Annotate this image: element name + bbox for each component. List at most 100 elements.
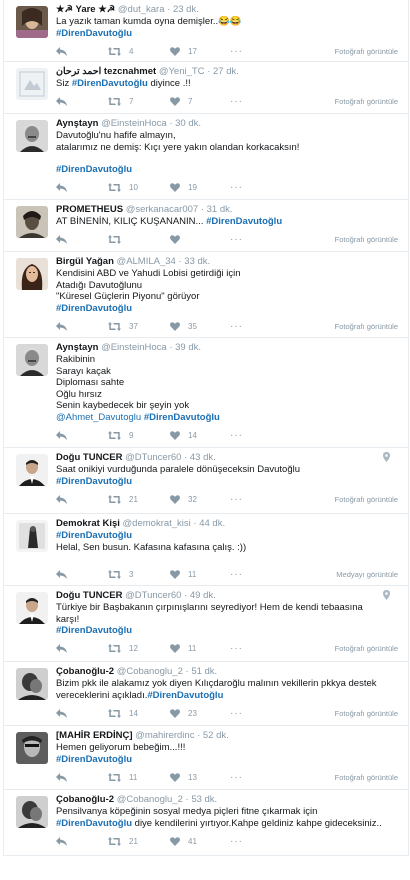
hashtag-link[interactable]: #DirenDavutoğlu [147, 690, 223, 701]
handle[interactable]: @EinsteinHoca [101, 342, 167, 353]
like-button[interactable] [170, 235, 230, 244]
handle[interactable]: @EinsteinHoca [101, 118, 167, 129]
retweet-button[interactable] [108, 235, 170, 244]
avatar[interactable] [16, 592, 48, 624]
timestamp[interactable]: · 51 dk. [186, 666, 218, 677]
handle[interactable]: @ALMILA_34 [117, 256, 176, 267]
retweet-button[interactable]: 21 [108, 494, 170, 504]
tweet[interactable]: احمد ترحان tezcnahmet @Yeni_TC · 27 dk. … [4, 62, 408, 114]
retweet-button[interactable]: 12 [108, 644, 170, 653]
retweet-button[interactable]: 7 [108, 97, 170, 106]
display-name[interactable]: Aynştayn [56, 342, 98, 353]
view-photo-link[interactable]: Fotoğrafı görüntüle [335, 644, 398, 653]
hashtag-link[interactable]: #DirenDavutoğlu [56, 818, 132, 829]
more-button[interactable]: ··· [230, 708, 243, 719]
handle[interactable]: @dut_kara [118, 4, 165, 15]
view-photo-link[interactable]: Fotoğrafı görüntüle [335, 322, 398, 331]
timestamp[interactable]: · 31 dk. [201, 204, 233, 215]
timestamp[interactable]: · 52 dk. [197, 730, 229, 741]
like-button[interactable]: 35 [170, 322, 230, 331]
handle[interactable]: @Yeni_TC [159, 66, 205, 77]
like-button[interactable]: 11 [170, 570, 230, 579]
retweet-button[interactable]: 9 [108, 430, 170, 440]
handle[interactable]: @DTuncer60 [125, 452, 181, 463]
hashtag-link[interactable]: #DirenDavutoğlu [56, 625, 132, 636]
display-name[interactable]: Doğu TUNCER [56, 590, 123, 601]
avatar[interactable] [16, 520, 48, 552]
display-name[interactable]: Demokrat Kişi [56, 518, 120, 529]
display-name[interactable]: Çobanoğlu-2 [56, 666, 114, 677]
view-media-link[interactable]: Medyayı görüntüle [336, 570, 398, 579]
more-button[interactable]: ··· [230, 96, 243, 107]
tweet[interactable]: Çobanoğlu-2 @Cobanoglu_2 · 51 dk. Bizim … [4, 662, 408, 726]
tweet[interactable]: ★☭ Yare ★☭ @dut_kara · 23 dk. La yazık t… [4, 0, 408, 62]
tweet[interactable]: Aynştayn @EinsteinHoca · 30 dk. Davutoğl… [4, 114, 408, 200]
handle[interactable]: @Cobanoglu_2 [117, 794, 183, 805]
timestamp[interactable]: · 30 dk. [169, 118, 201, 129]
like-button[interactable]: 7 [170, 97, 230, 106]
like-button[interactable]: 14 [170, 431, 230, 440]
reply-button[interactable] [56, 708, 108, 718]
view-photo-link[interactable]: Fotoğrafı görüntüle [335, 47, 398, 56]
more-button[interactable]: ··· [230, 46, 243, 57]
handle[interactable]: @DTuncer60 [125, 590, 181, 601]
more-button[interactable]: ··· [230, 643, 243, 654]
retweet-button[interactable]: 14 [108, 708, 170, 718]
hashtag-link[interactable]: #DirenDavutoğlu [56, 28, 132, 39]
hashtag-link[interactable]: #DirenDavutoğlu [56, 754, 132, 765]
timestamp[interactable]: · 43 dk. [184, 452, 216, 463]
handle[interactable]: @serkanacar007 [126, 204, 199, 215]
reply-button[interactable] [56, 494, 108, 504]
display-name[interactable]: Birgül Yağan [56, 256, 114, 267]
avatar[interactable] [16, 796, 48, 828]
reply-button[interactable] [56, 644, 108, 653]
hashtag-link[interactable]: #DirenDavutoğlu [56, 476, 132, 487]
handle[interactable]: @mahirerdinc [135, 730, 194, 741]
handle[interactable]: @Cobanoglu_2 [117, 666, 183, 677]
more-button[interactable]: ··· [230, 182, 243, 193]
avatar[interactable] [16, 206, 48, 238]
reply-button[interactable] [56, 430, 108, 440]
display-name[interactable]: [MAHİR ERDİNÇ] [56, 730, 133, 741]
tweet[interactable]: Çobanoğlu-2 @Cobanoglu_2 · 53 dk. Pensil… [4, 790, 408, 856]
hashtag-link[interactable]: #DirenDavutoğlu [56, 530, 132, 541]
timestamp[interactable]: · 39 dk. [169, 342, 201, 353]
like-button[interactable]: 23 [170, 709, 230, 718]
display-name[interactable]: ★☭ Yare ★☭ [56, 4, 115, 15]
avatar[interactable] [16, 344, 48, 376]
like-button[interactable]: 11 [170, 644, 230, 653]
hashtag-link[interactable]: #DirenDavutoğlu [206, 216, 282, 227]
avatar[interactable] [16, 120, 48, 152]
like-button[interactable]: 13 [170, 773, 230, 782]
like-button[interactable]: 32 [170, 495, 230, 504]
like-button[interactable]: 41 [170, 837, 230, 846]
more-button[interactable]: ··· [230, 494, 243, 505]
tweet[interactable]: [MAHİR ERDİNÇ] @mahirerdinc · 52 dk. Hem… [4, 726, 408, 790]
view-photo-link[interactable]: Fotoğrafı görüntüle [335, 709, 398, 718]
avatar[interactable] [16, 68, 48, 100]
avatar[interactable] [16, 258, 48, 290]
reply-button[interactable] [56, 836, 108, 846]
hashtag-link[interactable]: #DirenDavutoğlu [56, 303, 132, 314]
hashtag-link[interactable]: #DirenDavutoğlu [144, 412, 220, 423]
hashtag-link[interactable]: #DirenDavutoğlu [56, 164, 132, 175]
retweet-button[interactable]: 11 [108, 772, 170, 782]
like-button[interactable]: 17 [170, 47, 230, 56]
reply-button[interactable] [56, 569, 108, 579]
display-name[interactable]: Doğu TUNCER [56, 452, 123, 463]
tweet[interactable]: Demokrat Kişi @demokrat_kisi · 44 dk. #D… [4, 514, 408, 586]
more-button[interactable]: ··· [230, 430, 243, 441]
display-name[interactable]: احمد ترحان tezcnahmet [56, 66, 156, 77]
reply-button[interactable] [56, 97, 108, 106]
timestamp[interactable]: · 27 dk. [207, 66, 239, 77]
reply-button[interactable] [56, 321, 108, 331]
retweet-button[interactable]: 37 [108, 321, 170, 331]
retweet-button[interactable]: 4 [108, 46, 170, 56]
handle[interactable]: @demokrat_kisi [123, 518, 191, 529]
tweet[interactable]: Doğu TUNCER @DTuncer60 · 49 dk. Türkiye … [4, 586, 408, 662]
reply-button[interactable] [56, 235, 108, 244]
timestamp[interactable]: · 49 dk. [184, 590, 216, 601]
timestamp[interactable]: · 53 dk. [186, 794, 218, 805]
display-name[interactable]: PROMETHEUS [56, 204, 123, 215]
retweet-button[interactable]: 21 [108, 836, 170, 846]
